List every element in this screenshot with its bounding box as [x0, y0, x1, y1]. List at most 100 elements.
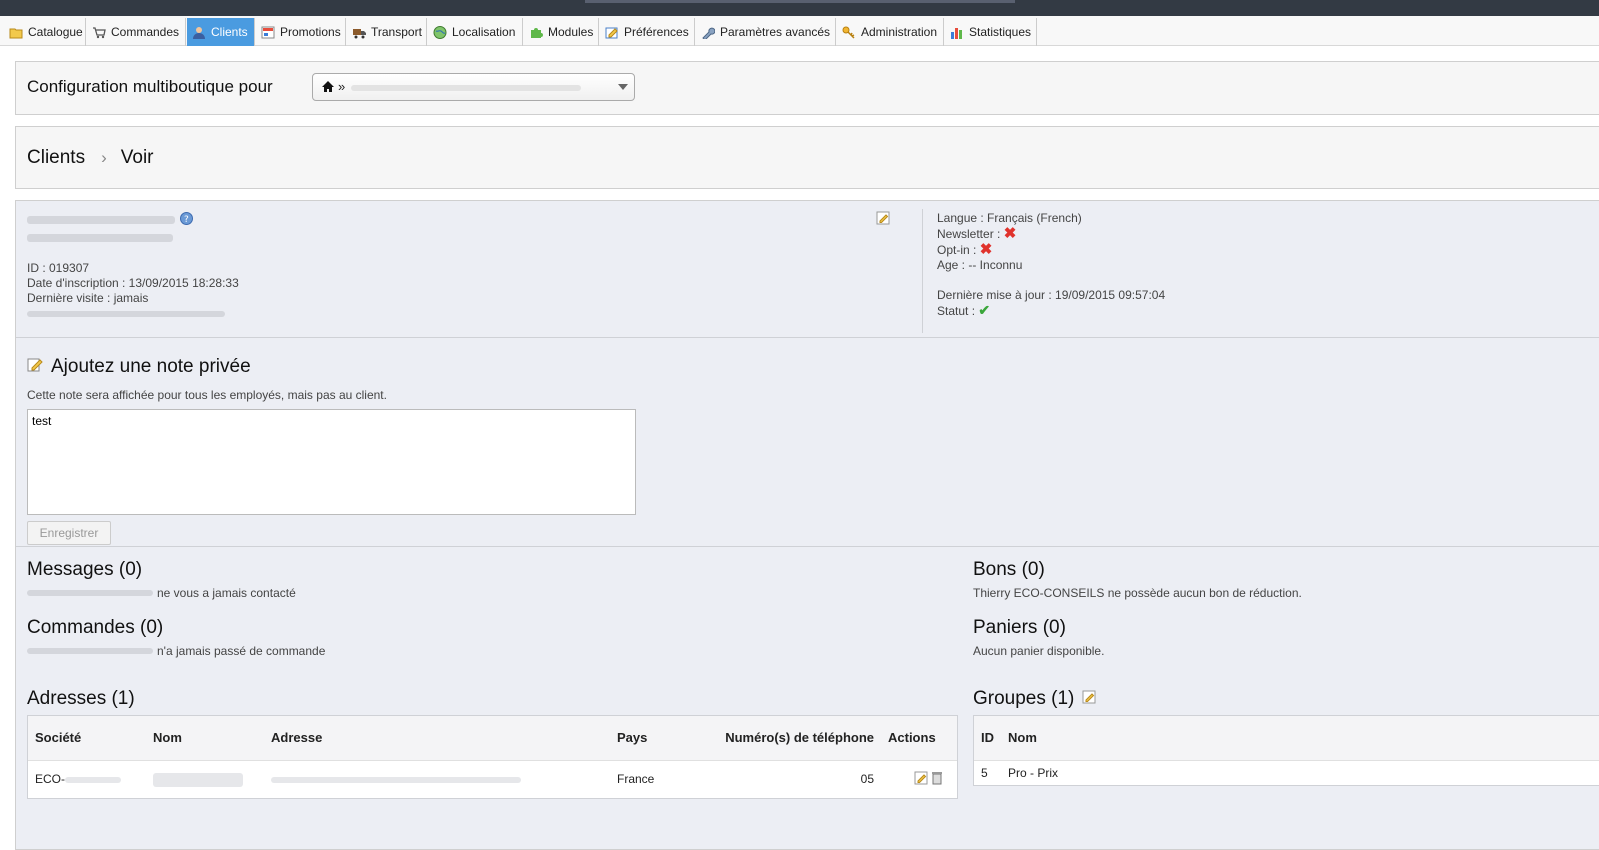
messages-title: Messages (0): [27, 559, 143, 580]
key-icon: [842, 26, 856, 39]
divider: [16, 546, 1599, 547]
customer-email-row: [27, 229, 239, 247]
tab-preferences[interactable]: Préférences: [600, 18, 695, 46]
svg-text:?: ?: [184, 215, 189, 225]
table-row: ECO- France 05: [28, 760, 957, 798]
customer-status: Statut : ✔: [937, 303, 1165, 319]
tab-label: Modules: [548, 25, 594, 39]
address-phone: 05: [860, 772, 874, 787]
customer-extra-row: [27, 306, 239, 321]
customer-email-redacted[interactable]: [27, 234, 173, 242]
redacted-text: [153, 772, 243, 787]
divider: [16, 337, 1599, 338]
tab-localisation[interactable]: Localisation: [428, 18, 523, 46]
tab-label: Clients: [211, 25, 248, 39]
breadcrumb-clients[interactable]: Clients: [27, 147, 85, 169]
orders-text-row: n'a jamais passé de commande: [27, 644, 325, 658]
cart-icon: [92, 26, 106, 39]
cross-icon: ✖: [979, 241, 993, 258]
chevron-right-icon: ›: [101, 148, 107, 167]
carts-text: Aucun panier disponible.: [973, 644, 1105, 658]
customer-id: ID : 019307: [27, 261, 90, 275]
edit-icon[interactable]: [914, 771, 928, 788]
shop-path-separator: »: [338, 79, 346, 94]
home-icon: [321, 80, 335, 93]
tab-modules[interactable]: Modules: [524, 18, 599, 46]
optin-label: Opt-in :: [937, 243, 977, 257]
tab-label: Promotions: [280, 25, 341, 39]
browser-top-bar: [0, 0, 1599, 16]
help-icon[interactable]: ?: [180, 211, 193, 229]
groups-title-row: Groupes (1): [973, 688, 1096, 710]
customer-name-redacted: [27, 648, 153, 654]
address-name: [146, 760, 264, 798]
address-actions: [881, 760, 957, 798]
edit-customer-icon[interactable]: [876, 211, 890, 225]
delete-icon[interactable]: [931, 771, 943, 788]
chevron-down-icon: [618, 84, 628, 90]
note-title-text: Ajoutez une note privée: [51, 356, 251, 377]
tab-label: Préférences: [624, 25, 689, 39]
group-id: 5: [981, 765, 988, 780]
multishop-panel: Configuration multiboutique pour »: [15, 61, 1599, 115]
private-note-textarea[interactable]: test: [27, 409, 636, 515]
globe-icon: [433, 25, 447, 39]
check-icon: ✔: [978, 302, 991, 318]
redacted-text: [271, 777, 521, 784]
redacted-text: [65, 777, 121, 784]
customer-newsletter: Newsletter : ✖: [937, 226, 1165, 242]
col-adresse: Adresse: [264, 716, 610, 761]
tab-catalogue[interactable]: Catalogue: [4, 18, 86, 46]
orders-title: Commandes (0): [27, 617, 164, 638]
customer-name-redacted: [27, 590, 153, 596]
user-icon: [192, 26, 206, 39]
tab-promotions[interactable]: Promotions: [256, 18, 346, 46]
vouchers-title: Bons (0): [973, 559, 1045, 580]
table-header-row: ID Nom: [974, 716, 1599, 761]
customer-optin: Opt-in : ✖: [937, 242, 1165, 258]
carts-title: Paniers (0): [973, 617, 1066, 638]
tab-label: Administration: [861, 25, 938, 39]
tab-clients[interactable]: Clients: [187, 18, 255, 46]
customer-name-row: ?: [27, 211, 239, 229]
tab-statistiques[interactable]: Statistiques: [945, 18, 1037, 46]
breadcrumb: Clients › Voir: [27, 147, 154, 169]
tab-commandes[interactable]: Commandes: [87, 18, 186, 46]
tab-transport[interactable]: Transport: [347, 18, 427, 46]
wrench-icon: [701, 26, 716, 41]
tab-parametres-avances[interactable]: Paramètres avancés: [696, 18, 836, 46]
edit-groups-icon[interactable]: [1082, 688, 1096, 710]
status-label: Statut :: [937, 304, 976, 318]
save-note-button[interactable]: Enregistrer: [27, 521, 111, 545]
col-telephone: Numéro(s) de téléphone: [711, 716, 881, 761]
orders-text: n'a jamais passé de commande: [157, 644, 326, 658]
vouchers-text: Thierry ECO-CONSEILS ne possède aucun bo…: [973, 586, 1302, 600]
shop-select[interactable]: »: [312, 73, 635, 101]
note-help-text: Cette note sera affichée pour tous les e…: [27, 388, 387, 402]
customer-view-panel: ? ID : 019307 Date d'inscription : 13/09…: [15, 200, 1599, 850]
multishop-label: Configuration multiboutique pour: [27, 77, 273, 96]
customer-last-update: Dernière mise à jour : 19/09/2015 09:57:…: [937, 288, 1166, 302]
tab-administration[interactable]: Administration: [837, 18, 944, 46]
address-country: France: [617, 772, 655, 787]
col-pays: Pays: [610, 716, 711, 761]
main-menu-tabs: Catalogue Commandes Clients Promotions T…: [0, 16, 1599, 46]
top-field: [585, 0, 1015, 3]
tab-label: Transport: [371, 25, 422, 39]
redacted-line: [27, 310, 225, 317]
private-note-title: Ajoutez une note privée: [27, 356, 251, 378]
folder-icon: [9, 26, 23, 39]
group-name: Pro - Prix: [1008, 765, 1059, 780]
customer-name-redacted: [27, 216, 175, 224]
breadcrumb-voir: Voir: [120, 147, 154, 168]
breadcrumb-panel: Clients › Voir: [15, 126, 1599, 189]
company-text: ECO-: [35, 772, 65, 787]
customer-registration-date: Date d'inscription : 13/09/2015 18:28:33: [27, 276, 239, 290]
col-group-name: Nom: [1001, 716, 1599, 761]
puzzle-icon: [529, 26, 543, 39]
newsletter-label: Newsletter :: [937, 227, 1001, 241]
tab-label: Commandes: [111, 25, 180, 39]
customer-info-right: Langue : Français (French) Newsletter : …: [937, 211, 1165, 319]
truck-icon: [352, 26, 366, 39]
address-street: [264, 760, 610, 798]
